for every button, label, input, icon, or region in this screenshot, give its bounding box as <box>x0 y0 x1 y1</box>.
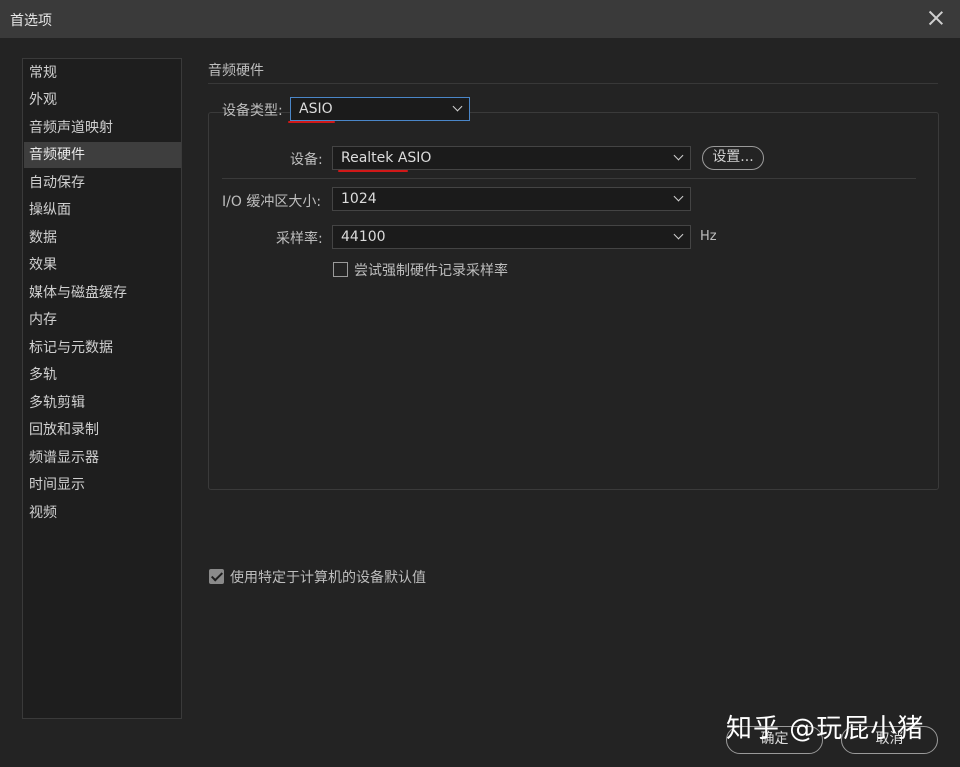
force-sample-rate-checkbox[interactable] <box>333 262 348 277</box>
sidebar-item-playback-recording[interactable]: 回放和录制 <box>24 417 181 443</box>
window-title: 首选项 <box>10 13 52 29</box>
sidebar-item-autosave[interactable]: 自动保存 <box>24 170 181 196</box>
red-underline-annotation <box>338 170 408 172</box>
chevron-down-icon <box>673 229 684 240</box>
sidebar-item-data[interactable]: 数据 <box>24 225 181 251</box>
device-type-label: 设备类型: <box>222 103 283 119</box>
sidebar-item-audio-hardware[interactable]: 音频硬件 <box>24 142 181 168</box>
sample-rate-label: 采样率: <box>276 231 323 247</box>
sidebar-item-markers[interactable]: 标记与元数据 <box>24 335 181 361</box>
watermark-text: 知乎 @玩屁小猪 <box>726 714 925 744</box>
buffer-size-select[interactable]: 1024 <box>332 187 691 211</box>
force-sample-rate-label: 尝试强制硬件记录采样率 <box>354 263 508 279</box>
sidebar-item-memory[interactable]: 内存 <box>24 307 181 333</box>
sidebar-item-appearance[interactable]: 外观 <box>24 87 181 113</box>
inner-divider <box>222 178 916 179</box>
section-title: 音频硬件 <box>208 63 264 79</box>
chevron-down-icon <box>673 191 684 202</box>
buffer-size-value: 1024 <box>341 191 377 207</box>
buffer-size-label: I/O 缓冲区大小: <box>222 194 322 210</box>
sidebar-item-multitrack-clips[interactable]: 多轨剪辑 <box>24 390 181 416</box>
chevron-down-icon <box>452 101 463 112</box>
device-type-select[interactable]: ASIO <box>290 97 470 121</box>
sidebar-item-effects[interactable]: 效果 <box>24 252 181 278</box>
sidebar-item-media-cache[interactable]: 媒体与磁盘缓存 <box>24 280 181 306</box>
section-divider <box>208 83 938 84</box>
sidebar-item-multitrack[interactable]: 多轨 <box>24 362 181 388</box>
sidebar-item-control-surface[interactable]: 操纵面 <box>24 197 181 223</box>
device-label: 设备: <box>290 152 323 168</box>
device-type-value: ASIO <box>299 101 333 117</box>
sidebar-item-spectral-display[interactable]: 频谱显示器 <box>24 445 181 471</box>
device-value: Realtek ASIO <box>341 150 432 166</box>
device-select[interactable]: Realtek ASIO <box>332 146 691 170</box>
sidebar-item-time-display[interactable]: 时间显示 <box>24 472 181 498</box>
sample-rate-select[interactable]: 44100 <box>332 225 691 249</box>
title-bar: 首选项 <box>0 0 960 38</box>
close-icon[interactable] <box>926 8 946 28</box>
preferences-sidebar: 常规 外观 音频声道映射 音频硬件 自动保存 操纵面 数据 效果 媒体与磁盘缓存… <box>22 58 182 719</box>
sidebar-item-general[interactable]: 常规 <box>24 60 181 86</box>
use-machine-defaults-label: 使用特定于计算机的设备默认值 <box>230 570 426 586</box>
device-settings-button[interactable]: 设置... <box>702 146 764 170</box>
chevron-down-icon <box>673 150 684 161</box>
sidebar-item-channel-map[interactable]: 音频声道映射 <box>24 115 181 141</box>
red-underline-annotation <box>288 121 335 123</box>
sidebar-item-video[interactable]: 视频 <box>24 500 181 526</box>
sample-rate-value: 44100 <box>341 229 386 245</box>
use-machine-defaults-checkbox[interactable] <box>209 569 224 584</box>
sample-rate-unit: Hz <box>700 229 717 244</box>
